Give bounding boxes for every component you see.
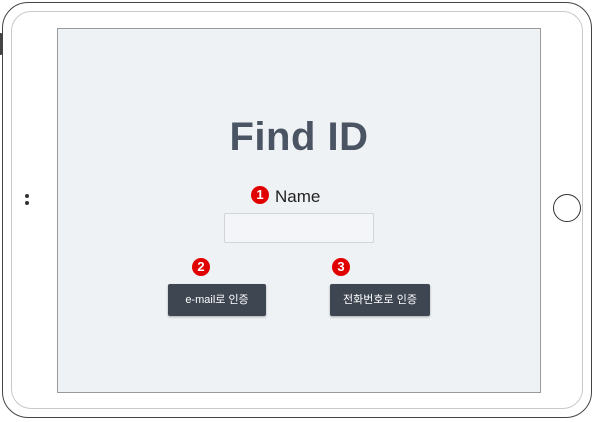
annotation-marker-3: 3 xyxy=(332,258,350,276)
annotation-marker-2: 2 xyxy=(192,258,210,276)
home-button-icon xyxy=(553,194,581,222)
name-input[interactable] xyxy=(224,213,374,243)
app-screen: Find ID 1 Name 2 e-mail로 인증 3 전화번호로 인증 xyxy=(57,28,541,393)
name-label: Name xyxy=(275,187,321,206)
phone-verify-button[interactable]: 전화번호로 인증 xyxy=(330,284,430,316)
annotation-marker-1: 1 xyxy=(251,186,269,204)
page-title: Find ID xyxy=(229,115,369,159)
camera-icon xyxy=(25,194,30,206)
email-verify-button[interactable]: e-mail로 인증 xyxy=(168,284,266,316)
power-button xyxy=(0,33,2,55)
